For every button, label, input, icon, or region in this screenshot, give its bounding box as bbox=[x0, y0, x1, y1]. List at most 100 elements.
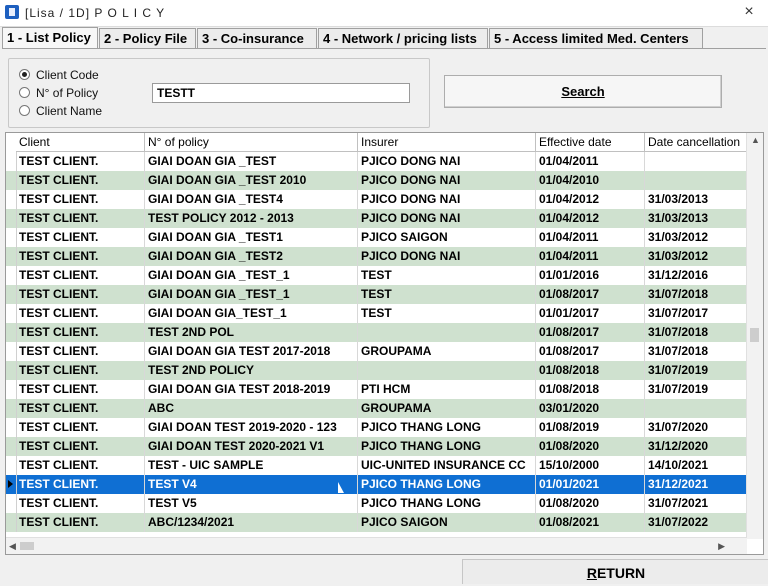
cell-insurer[interactable]: PJICO DONG NAI bbox=[358, 171, 536, 190]
cell-effective-date[interactable]: 01/08/2017 bbox=[536, 323, 645, 342]
cell-insurer[interactable]: PJICO SAIGON bbox=[358, 228, 536, 247]
cell-client[interactable]: TEST CLIENT. bbox=[16, 361, 145, 380]
cell-effective-date[interactable]: 01/04/2011 bbox=[536, 152, 645, 171]
table-row[interactable]: TEST CLIENT. GIAI DOAN GIA _TEST PJICO DON… bbox=[6, 152, 747, 171]
column-header-date-cancellation[interactable]: Date cancellation bbox=[645, 133, 747, 152]
cell-policy-number[interactable]: GIAI DOAN GIA_TEST_1 bbox=[145, 304, 358, 323]
cell-date-cancellation[interactable]: 31/03/2013 bbox=[645, 190, 747, 209]
cell-policy-number[interactable]: GIAI DOAN TEST 2020-2021 V1 bbox=[145, 437, 358, 456]
cell-client[interactable]: TEST CLIENT. bbox=[16, 247, 145, 266]
cell-insurer[interactable]: PJICO DONG NAI bbox=[358, 247, 536, 266]
table-row[interactable]: TEST CLIENT. GIAI DOAN GIA _TEST2 PJICO DO… bbox=[6, 247, 747, 266]
cell-client[interactable]: TEST CLIENT. bbox=[16, 475, 145, 494]
radio-policy-number[interactable]: N° of Policy bbox=[19, 85, 98, 101]
cell-date-cancellation[interactable]: 14/10/2021 bbox=[645, 456, 747, 475]
cell-policy-number[interactable]: GIAI DOAN GIA _TEST bbox=[145, 152, 358, 171]
tab-network-pricing[interactable]: 4 - Network / pricing lists bbox=[318, 28, 488, 48]
cell-policy-number[interactable]: TEST POLICY 2012 - 2013 bbox=[145, 209, 358, 228]
cell-effective-date[interactable]: 01/01/2016 bbox=[536, 266, 645, 285]
cell-date-cancellation[interactable]: 31/07/2022 bbox=[645, 513, 747, 532]
cell-effective-date[interactable]: 01/04/2012 bbox=[536, 190, 645, 209]
cell-client[interactable]: TEST CLIENT. bbox=[16, 456, 145, 475]
cell-effective-date[interactable]: 01/04/2011 bbox=[536, 228, 645, 247]
return-button[interactable]: RETURN bbox=[462, 559, 768, 584]
cell-effective-date[interactable]: 01/08/2020 bbox=[536, 437, 645, 456]
table-row[interactable]: TEST CLIENT. GIAI DOAN GIA TEST 2018-2019… bbox=[6, 380, 747, 399]
cell-client[interactable]: TEST CLIENT. bbox=[16, 171, 145, 190]
table-row[interactable]: TEST CLIENT. TEST - UIC SAMPLE UIC-UNITED … bbox=[6, 456, 747, 475]
cell-policy-number[interactable]: GIAI DOAN GIA _TEST4 bbox=[145, 190, 358, 209]
tab-list-policy[interactable]: 1 - List Policy bbox=[2, 27, 98, 48]
horizontal-scrollbar[interactable]: ◀ ▶ bbox=[6, 537, 747, 554]
cell-date-cancellation[interactable]: 31/07/2017 bbox=[645, 304, 747, 323]
scroll-thumb[interactable] bbox=[750, 328, 759, 342]
scroll-right-icon[interactable]: ▶ bbox=[718, 541, 725, 552]
radio-selected-icon[interactable] bbox=[19, 69, 30, 80]
scroll-left-icon[interactable]: ◀ bbox=[9, 541, 16, 552]
cell-effective-date[interactable]: 01/01/2021 bbox=[536, 475, 645, 494]
tab-co-insurance[interactable]: 3 - Co-insurance bbox=[197, 28, 317, 48]
cell-effective-date[interactable]: 01/04/2011 bbox=[536, 247, 645, 266]
cell-insurer[interactable]: TEST bbox=[358, 285, 536, 304]
cell-policy-number[interactable]: GIAI DOAN GIA _TEST 2010 bbox=[145, 171, 358, 190]
column-header-effective-date[interactable]: Effective date bbox=[536, 133, 645, 152]
cell-insurer[interactable]: PJICO DONG NAI bbox=[358, 190, 536, 209]
cell-insurer[interactable]: PJICO THANG LONG bbox=[358, 494, 536, 513]
cell-date-cancellation[interactable]: 31/07/2018 bbox=[645, 323, 747, 342]
cell-date-cancellation[interactable]: 31/03/2012 bbox=[645, 228, 747, 247]
cell-client[interactable]: TEST CLIENT. bbox=[16, 285, 145, 304]
cell-date-cancellation[interactable]: 31/03/2012 bbox=[645, 247, 747, 266]
cell-effective-date[interactable]: 01/08/2021 bbox=[536, 513, 645, 532]
cell-effective-date[interactable]: 15/10/2000 bbox=[536, 456, 645, 475]
cell-client[interactable]: TEST CLIENT. bbox=[16, 418, 145, 437]
table-row[interactable]: TEST CLIENT. GIAI DOAN GIA _TEST4 PJICO DO… bbox=[6, 190, 747, 209]
cell-effective-date[interactable]: 01/08/2018 bbox=[536, 361, 645, 380]
cell-effective-date[interactable]: 01/08/2020 bbox=[536, 494, 645, 513]
cell-policy-number[interactable]: GIAI DOAN GIA _TEST1 bbox=[145, 228, 358, 247]
cell-effective-date[interactable]: 01/08/2019 bbox=[536, 418, 645, 437]
cell-policy-number[interactable]: GIAI DOAN GIA _TEST_1 bbox=[145, 266, 358, 285]
cell-date-cancellation[interactable] bbox=[645, 152, 747, 171]
radio-icon[interactable] bbox=[19, 105, 30, 116]
cell-date-cancellation[interactable]: 31/07/2021 bbox=[645, 494, 747, 513]
cell-effective-date[interactable]: 03/01/2020 bbox=[536, 399, 645, 418]
cell-effective-date[interactable]: 01/08/2017 bbox=[536, 342, 645, 361]
cell-effective-date[interactable]: 01/01/2017 bbox=[536, 304, 645, 323]
radio-client-name[interactable]: Client Name bbox=[19, 103, 102, 119]
cell-policy-number[interactable]: GIAI DOAN GIA TEST 2018-2019 bbox=[145, 380, 358, 399]
table-row[interactable]: TEST CLIENT. TEST V5 PJICO THANG LONG 01/08… bbox=[6, 494, 747, 513]
cell-client[interactable]: TEST CLIENT. bbox=[16, 266, 145, 285]
cell-insurer[interactable] bbox=[358, 361, 536, 380]
cell-date-cancellation[interactable]: 31/07/2020 bbox=[645, 418, 747, 437]
cell-insurer[interactable]: GROUPAMA bbox=[358, 342, 536, 361]
cell-insurer[interactable]: TEST bbox=[358, 266, 536, 285]
cell-client[interactable]: TEST CLIENT. bbox=[16, 399, 145, 418]
tab-access-limited[interactable]: 5 - Access limited Med. Centers bbox=[489, 28, 703, 48]
table-row[interactable]: TEST CLIENT. ABC/1234/2021 PJICO SAIGON 01/… bbox=[6, 513, 747, 532]
scroll-thumb[interactable] bbox=[20, 542, 34, 550]
cell-date-cancellation[interactable]: 31/07/2018 bbox=[645, 285, 747, 304]
tab-policy-file[interactable]: 2 - Policy File bbox=[99, 28, 196, 48]
table-row[interactable]: TEST CLIENT. GIAI DOAN GIA _TEST_1 TEST 01/… bbox=[6, 266, 747, 285]
cell-date-cancellation[interactable]: 31/07/2019 bbox=[645, 380, 747, 399]
cell-policy-number[interactable]: GIAI DOAN TEST 2019-2020 - 123 bbox=[145, 418, 358, 437]
cell-client[interactable]: TEST CLIENT. bbox=[16, 190, 145, 209]
cell-policy-number[interactable]: ABC bbox=[145, 399, 358, 418]
cell-client[interactable]: TEST CLIENT. bbox=[16, 209, 145, 228]
cell-client[interactable]: TEST CLIENT. bbox=[16, 380, 145, 399]
table-row[interactable]: TEST CLIENT. GIAI DOAN GIA _TEST_1 TEST 01/… bbox=[6, 285, 747, 304]
cell-insurer[interactable]: PJICO THANG LONG bbox=[358, 437, 536, 456]
table-row[interactable]: TEST CLIENT. TEST 2ND POLICY 01/08/2018 31/… bbox=[6, 361, 747, 380]
cell-effective-date[interactable]: 01/04/2012 bbox=[536, 209, 645, 228]
table-row[interactable]: TEST CLIENT. GIAI DOAN GIA_TEST_1 TEST 01/0… bbox=[6, 304, 747, 323]
cell-policy-number[interactable]: ABC/1234/2021 bbox=[145, 513, 358, 532]
cell-insurer[interactable]: PJICO THANG LONG bbox=[358, 418, 536, 437]
cell-policy-number[interactable]: GIAI DOAN GIA _TEST2 bbox=[145, 247, 358, 266]
cell-insurer[interactable]: UIC-UNITED INSURANCE CC bbox=[358, 456, 536, 475]
cell-policy-number[interactable]: TEST 2ND POLICY bbox=[145, 361, 358, 380]
cell-insurer[interactable]: PTI HCM bbox=[358, 380, 536, 399]
cell-policy-number[interactable]: GIAI DOAN GIA TEST 2017-2018 bbox=[145, 342, 358, 361]
cell-client[interactable]: TEST CLIENT. bbox=[16, 152, 145, 171]
table-row[interactable]: TEST CLIENT. GIAI DOAN TEST 2019-2020 - 1… bbox=[6, 418, 747, 437]
cell-policy-number[interactable]: TEST V4 bbox=[145, 475, 358, 494]
